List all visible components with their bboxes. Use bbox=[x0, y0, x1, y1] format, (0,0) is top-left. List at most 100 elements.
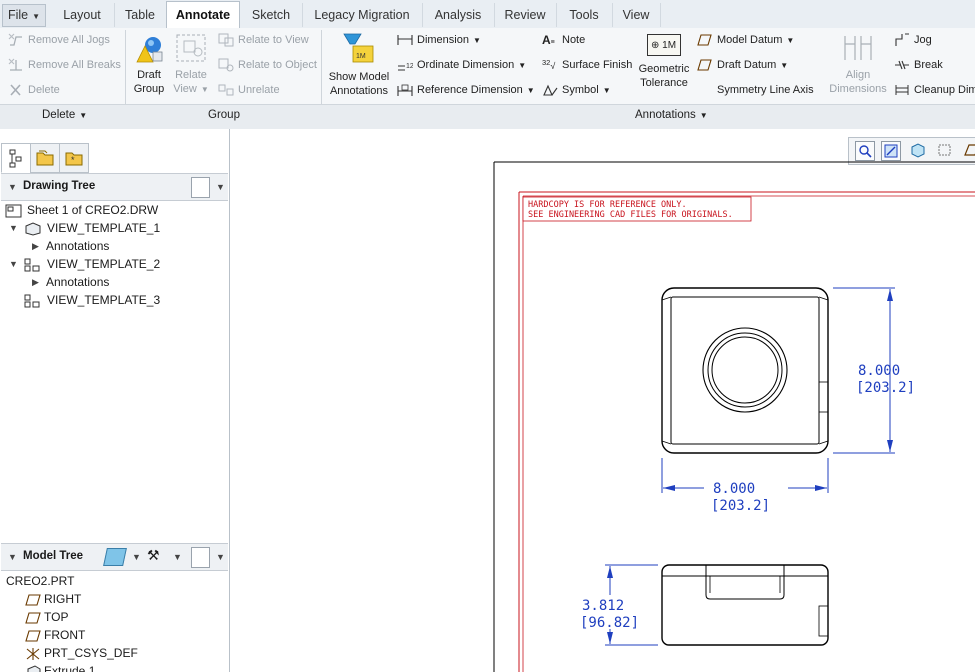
relate-to-object-icon bbox=[218, 58, 234, 72]
model-tree-item-csys[interactable]: PRT_CSYS_DEF bbox=[25, 644, 138, 662]
chevron-down-icon[interactable]: ▼ bbox=[527, 86, 535, 95]
model-display-icon[interactable] bbox=[103, 548, 127, 566]
collapse-arrow-icon[interactable]: ▼ bbox=[9, 259, 18, 269]
dimension-vertical-value: 8.000 bbox=[858, 363, 900, 379]
model-tree-item-right[interactable]: RIGHT bbox=[25, 590, 81, 608]
remove-all-breaks-button[interactable]: Remove All Breaks bbox=[8, 56, 121, 74]
drawing-sheet[interactable]: HARDCOPY IS FOR REFERENCE ONLY. SEE ENGI… bbox=[230, 129, 975, 672]
chevron-down-icon[interactable]: ▼ bbox=[780, 61, 788, 70]
remove-all-breaks-label: Remove All Breaks bbox=[28, 59, 121, 71]
tree-item-label: VIEW_TEMPLATE_2 bbox=[47, 257, 161, 271]
tab-label: Table bbox=[125, 8, 155, 22]
tab-view[interactable]: View bbox=[612, 3, 661, 27]
cleanup-dimensions-button[interactable]: Cleanup Dimensions bbox=[894, 81, 975, 99]
model-tree-title: Model Tree bbox=[23, 550, 84, 562]
front-view[interactable] bbox=[661, 564, 829, 646]
model-tree-item-extrude[interactable]: Extrude 1 bbox=[25, 662, 95, 672]
collapse-arrow-icon[interactable]: ▼ bbox=[8, 182, 17, 192]
tree-item-label: VIEW_TEMPLATE_1 bbox=[47, 221, 161, 235]
chevron-down-icon[interactable]: ▼ bbox=[132, 552, 141, 562]
collapse-arrow-icon[interactable]: ▼ bbox=[8, 552, 17, 562]
dimension-button[interactable]: Dimension ▼ bbox=[397, 31, 481, 49]
csys-icon bbox=[26, 647, 40, 660]
relate-view-button[interactable]: Relate View ▼ bbox=[170, 32, 212, 97]
tab-model-tree[interactable] bbox=[1, 143, 31, 173]
dimension-height-value: 3.812 bbox=[582, 598, 624, 614]
jog-button[interactable]: Jog bbox=[894, 31, 932, 49]
tree-item-view-template-2[interactable]: VIEW_TEMPLATE_2 bbox=[23, 255, 160, 273]
delete-group-label[interactable]: Delete ▼ bbox=[42, 109, 87, 121]
expand-arrow-icon[interactable]: ▶ bbox=[32, 277, 39, 288]
ribbon: Remove All Jogs Remove All Breaks Delete… bbox=[0, 28, 975, 104]
geometric-tolerance-label-1: Geometric bbox=[638, 63, 690, 75]
relate-to-object-button[interactable]: Relate to Object bbox=[218, 56, 317, 74]
show-model-annotations-button[interactable]: 1M Show Model Annotations bbox=[326, 32, 392, 98]
model-tree-item-front[interactable]: FRONT bbox=[25, 626, 85, 644]
tree-item-annotations[interactable]: Annotations bbox=[46, 237, 109, 255]
surface-finish-button[interactable]: 32√ Surface Finish bbox=[542, 56, 632, 74]
tab-analysis[interactable]: Analysis bbox=[422, 3, 495, 27]
chevron-down-icon[interactable]: ▼ bbox=[216, 552, 225, 562]
remove-breaks-icon bbox=[8, 58, 22, 71]
annotations-group-label-text: Annotations bbox=[635, 109, 696, 121]
model-tree-item-top[interactable]: TOP bbox=[25, 608, 68, 626]
note-icon: A≡ bbox=[542, 33, 555, 48]
tab-file[interactable]: File ▼ bbox=[2, 4, 46, 27]
tab-layout[interactable]: Layout bbox=[50, 3, 115, 27]
tree-item-annotations[interactable]: Annotations bbox=[46, 273, 109, 291]
dimension-vertical-metric: [203.2] bbox=[856, 380, 915, 396]
ordinate-dimension-button[interactable]: 12 Ordinate Dimension ▼ bbox=[397, 56, 526, 74]
tab-sketch[interactable]: Sketch bbox=[240, 3, 303, 27]
tree-settings-icon[interactable] bbox=[191, 177, 210, 198]
reference-dimension-button[interactable]: Reference Dimension ▼ bbox=[397, 81, 535, 99]
favorites-icon: * bbox=[65, 152, 83, 166]
align-dimensions-button[interactable]: Align Dimensions bbox=[828, 32, 888, 96]
note-button[interactable]: A≡ Note bbox=[542, 31, 585, 49]
tree-item-label: Annotations bbox=[46, 239, 110, 253]
group-group-label: Group bbox=[208, 109, 240, 121]
draft-datum-button[interactable]: Draft Datum ▼ bbox=[697, 56, 788, 74]
tree-item-view-template-1[interactable]: VIEW_TEMPLATE_1 bbox=[23, 219, 160, 237]
top-view[interactable] bbox=[661, 287, 829, 454]
chevron-down-icon[interactable]: ▼ bbox=[473, 36, 481, 45]
tab-favorites[interactable]: * bbox=[59, 143, 89, 173]
model-datum-button[interactable]: Model Datum ▼ bbox=[697, 31, 794, 49]
expand-arrow-icon[interactable]: ▶ bbox=[32, 241, 39, 252]
tab-label: Review bbox=[504, 8, 546, 22]
show-model-label-1: Show Model bbox=[328, 71, 390, 83]
tab-legacy-migration[interactable]: Legacy Migration bbox=[302, 3, 423, 27]
chevron-down-icon: ▼ bbox=[200, 85, 209, 94]
tab-table[interactable]: Table bbox=[114, 3, 167, 27]
chevron-down-icon[interactable]: ▼ bbox=[786, 36, 794, 45]
tools-icon[interactable]: ⚒ bbox=[147, 547, 160, 564]
model-datum-label: Model Datum bbox=[717, 34, 783, 46]
tree-settings-icon[interactable] bbox=[191, 547, 210, 568]
geometric-tolerance-button[interactable]: ⊕ 1M Geometric Tolerance bbox=[636, 34, 692, 90]
tab-folder-browser[interactable] bbox=[30, 143, 60, 173]
chevron-down-icon[interactable]: ▼ bbox=[173, 552, 182, 562]
draft-group-button[interactable]: Draft Group bbox=[130, 34, 168, 96]
relate-to-view-button[interactable]: Relate to View bbox=[218, 31, 309, 49]
tree-item-label: RIGHT bbox=[44, 592, 82, 606]
chevron-down-icon[interactable]: ▼ bbox=[518, 61, 526, 70]
drawing-tree-header: ▼ Drawing Tree ▼ bbox=[1, 173, 228, 201]
tab-review[interactable]: Review bbox=[494, 3, 557, 27]
remove-all-jogs-button[interactable]: Remove All Jogs bbox=[8, 31, 110, 49]
unrelate-button[interactable]: Unrelate bbox=[218, 81, 280, 99]
model-tree-root[interactable]: CREO2.PRT bbox=[6, 572, 74, 590]
delete-button[interactable]: Delete bbox=[8, 81, 60, 99]
tab-tools[interactable]: Tools bbox=[556, 3, 613, 27]
break-button[interactable]: Break bbox=[894, 56, 943, 74]
symbol-button[interactable]: Symbol ▼ bbox=[542, 81, 611, 99]
tree-item-view-template-3[interactable]: VIEW_TEMPLATE_3 bbox=[23, 291, 160, 309]
gt-icon-text: 1M bbox=[662, 40, 677, 51]
tab-annotate[interactable]: Annotate bbox=[166, 1, 240, 30]
symmetry-line-axis-button[interactable]: Symmetry Line Axis bbox=[697, 81, 814, 99]
chevron-down-icon[interactable]: ▼ bbox=[603, 86, 611, 95]
show-model-label-2: Annotations bbox=[329, 85, 389, 97]
collapse-arrow-icon[interactable]: ▼ bbox=[9, 223, 18, 233]
tree-item-sheet[interactable]: Sheet 1 of CREO2.DRW bbox=[5, 201, 158, 219]
chevron-down-icon[interactable]: ▼ bbox=[216, 182, 225, 192]
annotations-group-label[interactable]: Annotations ▼ bbox=[635, 109, 708, 121]
surface-finish-icon: 32√ bbox=[542, 58, 556, 72]
